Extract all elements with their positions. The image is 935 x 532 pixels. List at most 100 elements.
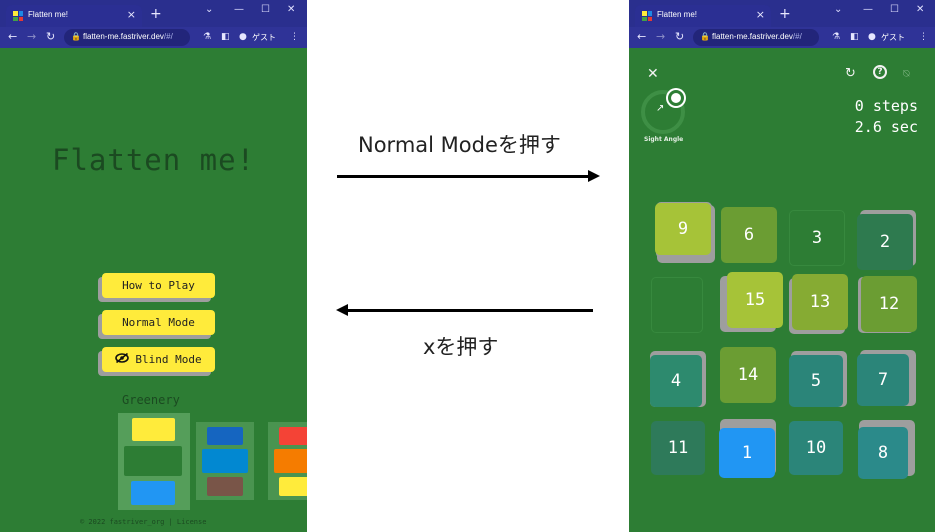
tile-7[interactable]: 7 [857,354,909,406]
labs-icon[interactable]: ⚗ [832,32,840,42]
swatch-blue [131,481,175,505]
tile-12[interactable]: 12 [861,276,917,332]
tile-6[interactable]: 6 [721,207,777,263]
swatch-orange [274,449,307,473]
chevron-down-icon[interactable]: ⌄ [205,4,213,15]
forward-annotation: Normal Modeを押す [358,133,561,157]
sight-angle-knob[interactable] [668,90,684,106]
minimize-icon[interactable]: — [863,4,873,15]
labs-icon[interactable]: ⚗ [203,32,211,42]
swatch-red [279,427,307,445]
tile-9[interactable]: 9 [655,203,711,255]
swatch-dark-blue [207,427,243,445]
tile-5[interactable]: 5 [789,355,843,407]
new-tab-icon[interactable]: + [150,6,162,22]
sight-angle-label: Sight Angle [644,136,684,143]
blind-mode-button[interactable]: Blind Mode [102,347,215,372]
theme-label: Greenery [122,393,180,407]
address-bar-game: ← → ↻ 🔒 flatten-me.fastriver.dev/#/ ⚗ ◧ … [629,27,935,48]
swatch-brown [207,477,243,496]
lock-icon: 🔒 [700,32,710,41]
new-tab-icon[interactable]: + [779,6,791,22]
forward-arrow-shaft [337,175,589,178]
guest-label[interactable]: ゲスト [881,32,905,43]
tile-14[interactable]: 14 [720,347,776,403]
eye-off-icon [115,352,130,366]
empty-slot[interactable] [651,277,703,333]
reload-icon[interactable]: ↻ [675,30,684,43]
tab-title: Flatten me! [28,10,69,19]
normal-mode-label: Normal Mode [122,316,195,329]
tab-strip-game: Flatten me! × + ⌄ — ☐ ✕ [629,0,935,27]
tile-13[interactable]: 13 [792,274,848,330]
theme-card-blue[interactable] [196,422,254,500]
help-icon[interactable]: ? [873,65,887,79]
back-icon[interactable]: ← [8,30,17,43]
guest-label[interactable]: ゲスト [252,32,276,43]
close-icon[interactable]: ✕ [647,66,659,82]
steps-counter: 0 steps [854,97,918,115]
maximize-icon[interactable]: ☐ [261,4,270,15]
url-field[interactable]: 🔒 flatten-me.fastriver.dev/#/ [64,29,190,46]
browser-tab-game[interactable]: Flatten me! × [635,5,771,27]
tile-15[interactable]: 15 [727,272,783,328]
chevron-down-icon[interactable]: ⌄ [834,4,842,15]
back-arrow-icon [336,304,348,316]
back-arrow-shaft [347,309,593,312]
swatch-yellow-2 [279,477,307,496]
favicon-icon [13,11,23,21]
swatch-green [124,446,182,476]
app-title: Flatten me! [52,143,256,177]
close-tab-icon[interactable]: × [127,8,136,21]
blind-mode-label: Blind Mode [135,353,202,366]
profile-icon[interactable]: ● [868,32,876,42]
menu-page: Flatten me! How to Play Normal Mode Blin… [0,48,307,532]
theme-card-greenery[interactable] [118,413,190,510]
tile-11[interactable]: 11 [651,421,705,475]
game-page: ✕ ↻ ? ⍉ ↗ Sight Angle 0 steps 2.6 sec 9 … [629,48,935,532]
tile-8[interactable]: 8 [858,427,908,479]
window-close-icon[interactable]: ✕ [287,4,295,15]
arrow-up-right-icon: ↗ [656,103,665,114]
sidebar-icon[interactable]: ◧ [850,32,859,42]
forward-icon[interactable]: → [27,30,36,43]
tile-10[interactable]: 10 [789,421,843,475]
back-annotation: xを押す [423,335,499,359]
forward-arrow-icon [588,170,600,182]
more-menu-icon[interactable]: ⋮ [290,32,299,42]
url-host: flatten-me.fastriver.dev [83,32,164,41]
url-path: /#/ [163,32,173,41]
time-counter: 2.6 sec [854,118,918,136]
back-icon[interactable]: ← [637,30,646,43]
close-tab-icon[interactable]: × [756,8,765,21]
tile-2[interactable]: 2 [857,214,913,270]
tile-3[interactable]: 3 [789,210,845,266]
window-close-icon[interactable]: ✕ [916,4,924,15]
browser-tab[interactable]: Flatten me! × [6,5,142,27]
browser-window-game: Flatten me! × + ⌄ — ☐ ✕ ← → ↻ 🔒 flatten-… [629,0,935,532]
more-menu-icon[interactable]: ⋮ [919,32,928,42]
sidebar-icon[interactable]: ◧ [221,32,230,42]
maximize-icon[interactable]: ☐ [890,4,899,15]
tab-strip: Flatten me! × + ⌄ — ☐ ✕ [0,0,307,27]
reload-icon[interactable]: ↻ [46,30,55,43]
normal-mode-button[interactable]: Normal Mode [102,310,215,335]
tile-4[interactable]: 4 [650,355,702,407]
how-to-play-button[interactable]: How to Play [102,273,215,298]
tile-1[interactable]: 1 [719,428,775,478]
tab-title: Flatten me! [657,10,698,19]
address-bar: ← → ↻ 🔒 flatten-me.fastriver.dev/#/ ⚗ ◧ … [0,27,307,48]
url-field[interactable]: 🔒 flatten-me.fastriver.dev/#/ [693,29,819,46]
swatch-yellow [132,418,175,441]
browser-window-menu: Flatten me! × + ⌄ — ☐ ✕ ← → ↻ 🔒 flatten-… [0,0,307,532]
profile-icon[interactable]: ● [239,32,247,42]
lock-icon: 🔒 [71,32,81,41]
url-path: /#/ [792,32,802,41]
how-to-play-label: How to Play [122,279,195,292]
forward-icon[interactable]: → [656,30,665,43]
swatch-light-blue [202,449,248,473]
minimize-icon[interactable]: — [234,4,244,15]
refresh-icon[interactable]: ↻ [845,66,856,81]
vibration-off-icon[interactable]: ⍉ [903,67,910,81]
theme-card-warm[interactable] [268,422,307,500]
